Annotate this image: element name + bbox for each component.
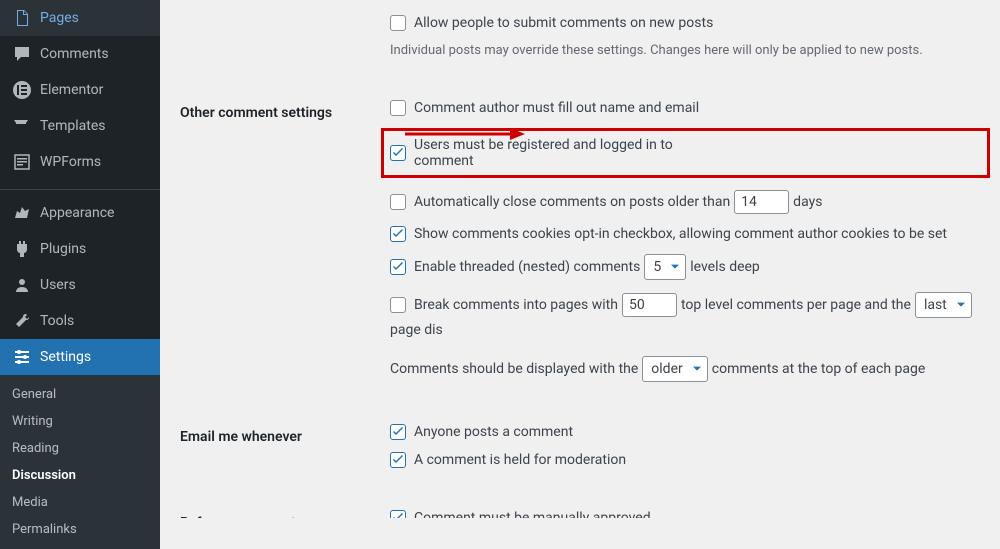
sidebar-item-label: Comments — [40, 46, 109, 62]
sidebar-item-label: Templates — [40, 118, 106, 134]
admin-sidebar: Pages Comments Elementor Templates WPFor… — [0, 0, 160, 518]
paginate-suffix: page dis — [390, 322, 443, 338]
users-icon — [12, 275, 32, 295]
default-settings-description: Individual posts may override these sett… — [390, 43, 990, 58]
manual-approve-label: Comment must be manually approved — [414, 510, 651, 518]
threaded-prefix: Enable threaded (nested) comments — [414, 259, 640, 275]
elementor-icon — [12, 80, 32, 100]
threaded-comments-checkbox[interactable] — [390, 259, 406, 275]
tools-icon — [12, 311, 32, 331]
templates-icon — [12, 116, 32, 136]
cookies-optin-checkbox[interactable] — [390, 226, 406, 242]
sidebar-item-label: Users — [40, 277, 76, 293]
sidebar-item-elementor[interactable]: Elementor — [0, 72, 160, 108]
pages-icon — [12, 8, 32, 28]
sidebar-item-label: Pages — [40, 10, 79, 26]
email-anyone-posts-checkbox[interactable] — [390, 424, 406, 440]
sidebar-item-label: Tools — [40, 313, 74, 329]
auto-close-suffix: days — [793, 194, 822, 210]
name-email-checkbox[interactable] — [390, 100, 406, 116]
email-me-heading: Email me whenever — [180, 409, 380, 495]
email-anyone-posts-option[interactable]: Anyone posts a comment — [390, 424, 573, 440]
submenu-item-reading[interactable]: Reading — [0, 435, 160, 462]
threaded-depth-select[interactable]: 5 — [644, 254, 686, 280]
comment-order-prefix: Comments should be displayed with the — [390, 361, 638, 377]
sidebar-item-label: WPForms — [40, 154, 101, 170]
other-comment-settings-heading: Other comment settings — [180, 85, 380, 409]
sidebar-item-plugins[interactable]: Plugins — [0, 231, 160, 267]
auto-close-checkbox[interactable] — [390, 194, 406, 210]
sidebar-item-label: Settings — [40, 349, 91, 365]
comments-icon — [12, 44, 32, 64]
submenu-item-permalinks[interactable]: Permalinks — [0, 516, 160, 543]
allow-comments-checkbox[interactable] — [390, 15, 406, 31]
paginate-mid: top level comments per page and the — [681, 297, 911, 313]
threaded-comments-option[interactable]: Enable threaded (nested) comments — [390, 259, 640, 275]
wpforms-icon — [12, 152, 32, 172]
sidebar-item-wpforms[interactable]: WPForms — [0, 144, 160, 180]
cookies-optin-option[interactable]: Show comments cookies opt-in checkbox, a… — [390, 226, 947, 242]
paginate-prefix: Break comments into pages with — [414, 297, 618, 313]
sidebar-item-comments[interactable]: Comments — [0, 36, 160, 72]
main-content: Allow people to submit comments on new p… — [160, 0, 1000, 518]
comment-order-suffix: comments at the top of each page — [712, 361, 926, 377]
auto-close-option[interactable]: Automatically close comments on posts ol… — [390, 194, 730, 210]
sidebar-item-settings[interactable]: Settings — [0, 339, 160, 375]
email-anyone-posts-label: Anyone posts a comment — [414, 424, 573, 440]
comment-order-select[interactable]: older — [642, 356, 707, 382]
settings-submenu: General Writing Reading Discussion Media… — [0, 375, 160, 549]
sidebar-separator — [0, 180, 160, 190]
plugins-icon — [12, 239, 32, 259]
auto-close-days-input[interactable]: 14 — [734, 190, 789, 214]
sidebar-item-templates[interactable]: Templates — [0, 108, 160, 144]
before-comment-appears-heading: Before a comment appears — [180, 495, 380, 518]
email-held-moderation-label: A comment is held for moderation — [414, 452, 626, 468]
comments-per-page-input[interactable]: 50 — [622, 293, 677, 317]
paginate-comments-option[interactable]: Break comments into pages with — [390, 297, 618, 313]
cookies-optin-label: Show comments cookies opt-in checkbox, a… — [414, 226, 947, 242]
email-held-moderation-option[interactable]: A comment is held for moderation — [390, 452, 626, 468]
sidebar-item-label: Plugins — [40, 241, 86, 257]
sidebar-item-pages[interactable]: Pages — [0, 0, 160, 36]
manual-approve-option[interactable]: Comment must be manually approved — [390, 510, 651, 518]
threaded-suffix: levels deep — [690, 259, 760, 275]
require-registration-checkbox[interactable] — [390, 145, 406, 161]
settings-icon — [12, 347, 32, 367]
appearance-icon — [12, 203, 32, 223]
annotation-arrow — [405, 124, 525, 144]
name-email-option[interactable]: Comment author must fill out name and em… — [390, 100, 699, 116]
auto-close-prefix: Automatically close comments on posts ol… — [414, 194, 730, 210]
default-page-select[interactable]: last — [915, 292, 972, 318]
sidebar-item-label: Appearance — [40, 205, 114, 221]
submenu-item-discussion[interactable]: Discussion — [0, 462, 160, 489]
manual-approve-checkbox[interactable] — [390, 510, 406, 518]
submenu-item-writing[interactable]: Writing — [0, 408, 160, 435]
sidebar-item-appearance[interactable]: Appearance — [0, 195, 160, 231]
allow-comments-label: Allow people to submit comments on new p… — [414, 15, 713, 31]
sidebar-item-label: Elementor — [40, 82, 103, 98]
submenu-item-general[interactable]: General — [0, 381, 160, 408]
allow-comments-option[interactable]: Allow people to submit comments on new p… — [390, 15, 713, 31]
sidebar-item-users[interactable]: Users — [0, 267, 160, 303]
email-held-moderation-checkbox[interactable] — [390, 452, 406, 468]
name-email-label: Comment author must fill out name and em… — [414, 100, 699, 116]
sidebar-item-tools[interactable]: Tools — [0, 303, 160, 339]
submenu-item-media[interactable]: Media — [0, 489, 160, 516]
paginate-comments-checkbox[interactable] — [390, 297, 406, 313]
